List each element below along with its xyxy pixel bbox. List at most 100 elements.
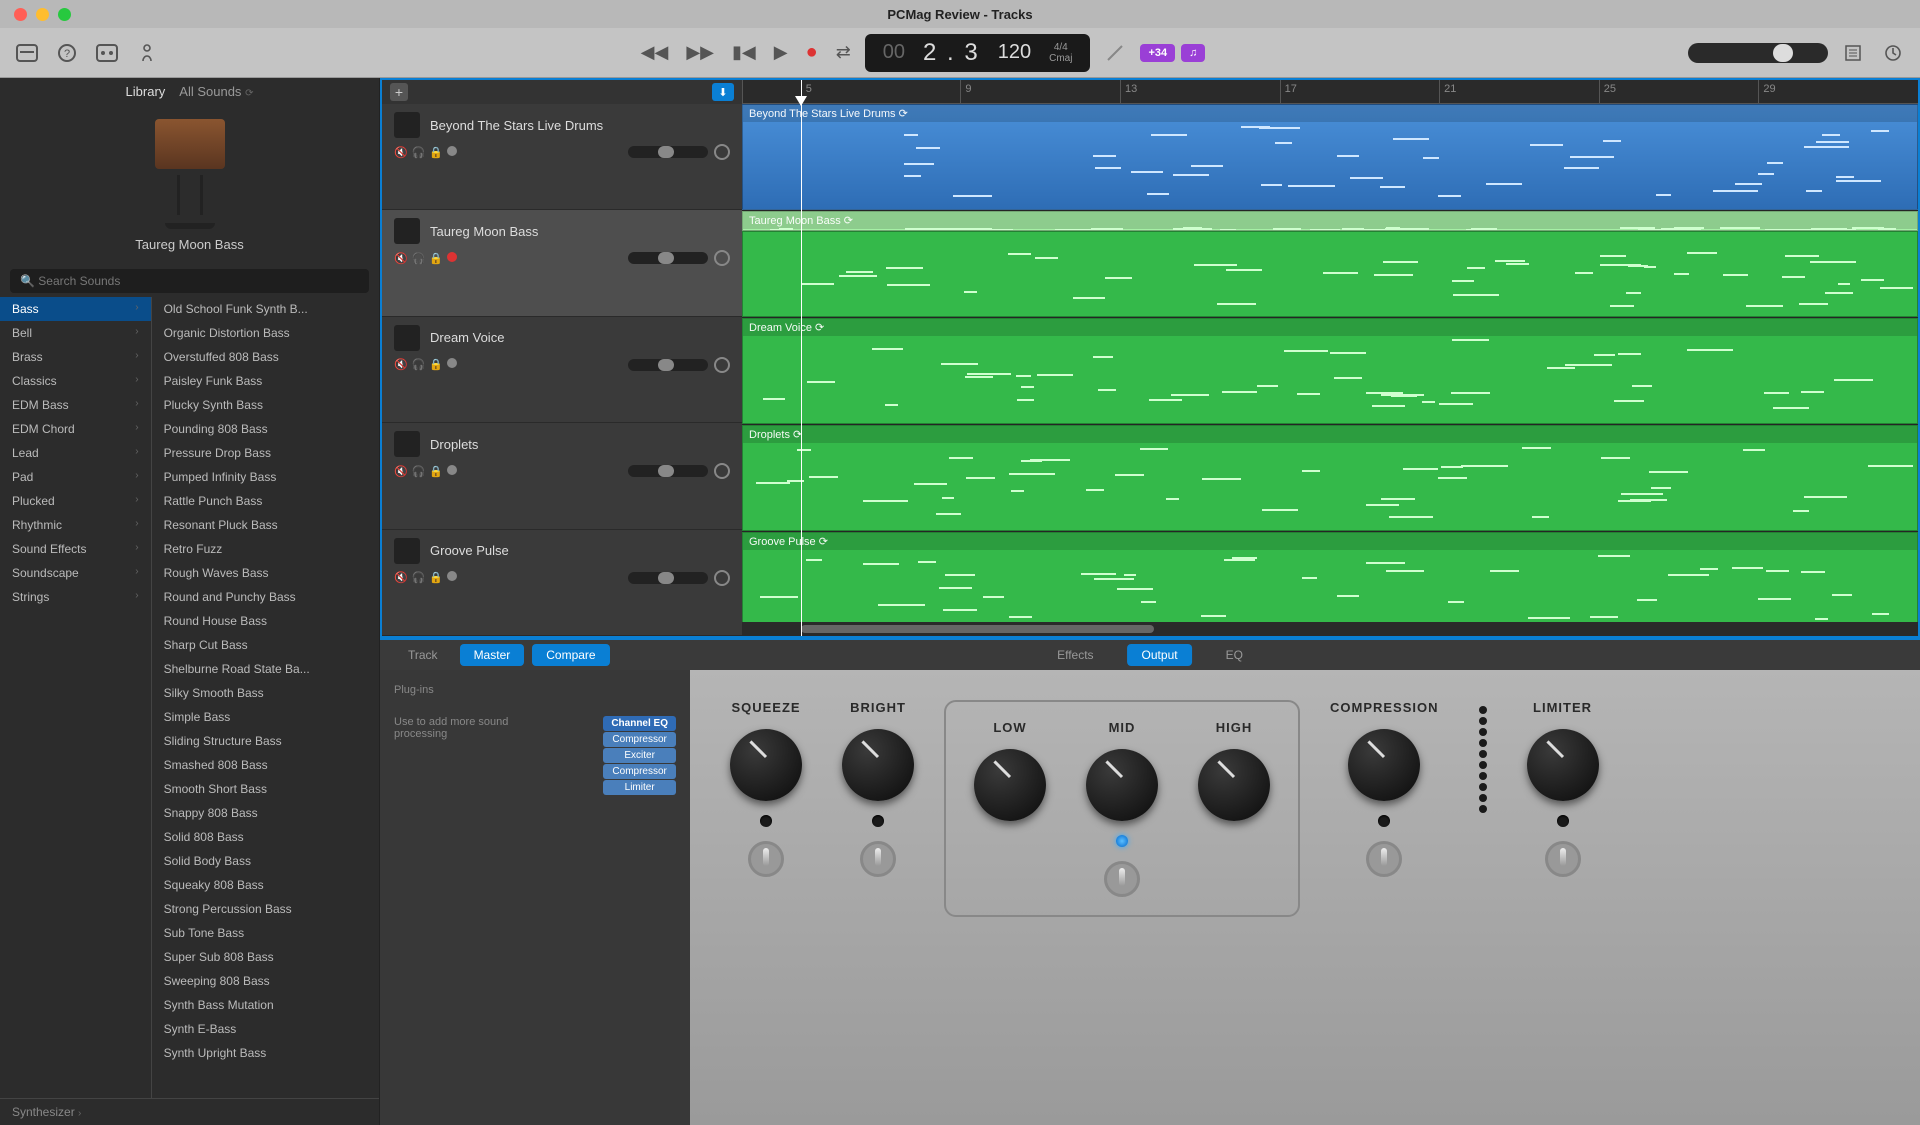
solo-headphones-button[interactable]: 🎧 [412, 146, 426, 159]
sound-item[interactable]: Organic Distortion Bass [152, 321, 379, 345]
track-header[interactable]: Groove Pulse🔇🎧🔒 [382, 530, 742, 636]
solo-headphones-button[interactable]: 🎧 [412, 571, 426, 584]
subtab-output[interactable]: Output [1128, 644, 1192, 666]
category-item[interactable]: Sound Effects› [0, 537, 151, 561]
pan-knob[interactable] [714, 570, 730, 586]
sound-item[interactable]: Solid 808 Bass [152, 825, 379, 849]
solo-headphones-button[interactable]: 🎧 [412, 252, 426, 265]
lock-button[interactable]: 🔒 [429, 465, 443, 478]
sound-item[interactable]: Pumped Infinity Bass [152, 465, 379, 489]
sound-item[interactable]: Simple Bass [152, 705, 379, 729]
track-header[interactable]: Droplets🔇🎧🔒 [382, 423, 742, 529]
volume-slider[interactable] [628, 359, 708, 371]
solo-headphones-button[interactable]: 🎧 [412, 358, 426, 371]
quick-help-button[interactable]: ? [56, 42, 78, 64]
editors-button[interactable] [136, 42, 158, 64]
badge-metronome[interactable]: ♫ [1181, 44, 1205, 62]
sound-item[interactable]: Snappy 808 Bass [152, 801, 379, 825]
minimize-window-button[interactable] [36, 8, 49, 21]
sound-item[interactable]: Pressure Drop Bass [152, 441, 379, 465]
category-item[interactable]: EDM Chord› [0, 417, 151, 441]
region-row[interactable]: Dream Voice ⟳ [742, 318, 1918, 425]
mid-knob[interactable] [1086, 749, 1158, 821]
sound-item[interactable]: Sharp Cut Bass [152, 633, 379, 657]
region-row[interactable]: Groove Pulse ⟳ [742, 532, 1918, 636]
lock-button[interactable]: 🔒 [429, 358, 443, 371]
volume-slider[interactable] [628, 146, 708, 158]
region-row[interactable]: Droplets ⟳ [742, 425, 1918, 532]
download-button[interactable]: ⬇ [712, 83, 734, 101]
category-item[interactable]: Plucked› [0, 489, 151, 513]
loop-browser-button[interactable] [1882, 42, 1904, 64]
low-knob[interactable] [974, 749, 1046, 821]
mute-button[interactable]: 🔇 [394, 571, 408, 584]
region-row[interactable]: Taureg Moon Bass ⟳ [742, 211, 1918, 318]
sound-item[interactable]: Rough Waves Bass [152, 561, 379, 585]
volume-slider[interactable] [628, 572, 708, 584]
playhead[interactable] [801, 80, 802, 636]
cycle-button[interactable]: ⇄ [836, 42, 851, 63]
sound-item[interactable]: Pounding 808 Bass [152, 417, 379, 441]
sound-item[interactable]: Resonant Pluck Bass [152, 513, 379, 537]
zoom-window-button[interactable] [58, 8, 71, 21]
record-enable-dot[interactable] [447, 146, 457, 156]
category-item[interactable]: Brass› [0, 345, 151, 369]
add-track-button[interactable]: + [390, 83, 408, 101]
category-item[interactable]: Classics› [0, 369, 151, 393]
track-header[interactable]: Dream Voice🔇🎧🔒 [382, 317, 742, 423]
compression-knob[interactable] [1348, 729, 1420, 801]
plugin-chip[interactable]: Limiter [603, 780, 676, 795]
eq-toggle[interactable] [1104, 861, 1140, 897]
library-tab[interactable]: Library [126, 84, 166, 99]
stop-button[interactable]: ▮◀ [732, 42, 756, 63]
region[interactable]: Droplets ⟳ [742, 425, 1918, 531]
tab-compare[interactable]: Compare [532, 644, 609, 666]
sound-item[interactable]: Overstuffed 808 Bass [152, 345, 379, 369]
region[interactable]: Taureg Moon Bass ⟳ [742, 211, 1918, 231]
sound-item[interactable]: Synth Upright Bass [152, 1041, 379, 1065]
record-button[interactable]: ● [806, 41, 818, 64]
category-list[interactable]: Bass›Bell›Brass›Classics›EDM Bass›EDM Ch… [0, 297, 152, 1098]
all-sounds-tab[interactable]: All Sounds ⟳ [179, 84, 253, 99]
squeeze-toggle[interactable] [748, 841, 784, 877]
record-enable-dot[interactable] [447, 571, 457, 581]
track-header[interactable]: Beyond The Stars Live Drums🔇🎧🔒 [382, 104, 742, 210]
rewind-button[interactable]: ◀◀ [641, 42, 669, 63]
pan-knob[interactable] [714, 144, 730, 160]
category-item[interactable]: Strings› [0, 585, 151, 609]
category-item[interactable]: Pad› [0, 465, 151, 489]
tuner-button[interactable] [1104, 42, 1126, 64]
sound-item[interactable]: Silky Smooth Bass [152, 681, 379, 705]
notepad-button[interactable] [1842, 42, 1864, 64]
mute-button[interactable]: 🔇 [394, 252, 408, 265]
badge-count[interactable]: +34 [1140, 44, 1175, 62]
sound-list[interactable]: Old School Funk Synth B...Organic Distor… [152, 297, 379, 1098]
sound-item[interactable]: Synth Bass Mutation [152, 993, 379, 1017]
limiter-knob[interactable] [1527, 729, 1599, 801]
bright-toggle[interactable] [860, 841, 896, 877]
lock-button[interactable]: 🔒 [429, 252, 443, 265]
category-item[interactable]: Bell› [0, 321, 151, 345]
category-item[interactable]: Lead› [0, 441, 151, 465]
mute-button[interactable]: 🔇 [394, 358, 408, 371]
pan-knob[interactable] [714, 250, 730, 266]
arrange-area[interactable]: 591317212529 Beyond The Stars Live Drums… [742, 80, 1918, 636]
tab-master[interactable]: Master [460, 644, 525, 666]
sound-item[interactable]: Smooth Short Bass [152, 777, 379, 801]
record-enable-dot[interactable] [447, 465, 457, 475]
forward-button[interactable]: ▶▶ [686, 42, 714, 63]
sound-item[interactable]: Sub Tone Bass [152, 921, 379, 945]
region[interactable]: Beyond The Stars Live Drums ⟳ [742, 104, 1918, 210]
plugin-chip[interactable]: Compressor [603, 732, 676, 747]
sound-item[interactable]: Super Sub 808 Bass [152, 945, 379, 969]
lock-button[interactable]: 🔒 [429, 146, 443, 159]
sound-item[interactable]: Smashed 808 Bass [152, 753, 379, 777]
pan-knob[interactable] [714, 463, 730, 479]
category-item[interactable]: Bass› [0, 297, 151, 321]
sound-item[interactable]: Rattle Punch Bass [152, 489, 379, 513]
sound-item[interactable]: Strong Percussion Bass [152, 897, 379, 921]
plugin-chip[interactable]: Channel EQ [603, 716, 676, 731]
sound-item[interactable]: Round and Punchy Bass [152, 585, 379, 609]
lock-button[interactable]: 🔒 [429, 571, 443, 584]
sound-item[interactable]: Retro Fuzz [152, 537, 379, 561]
